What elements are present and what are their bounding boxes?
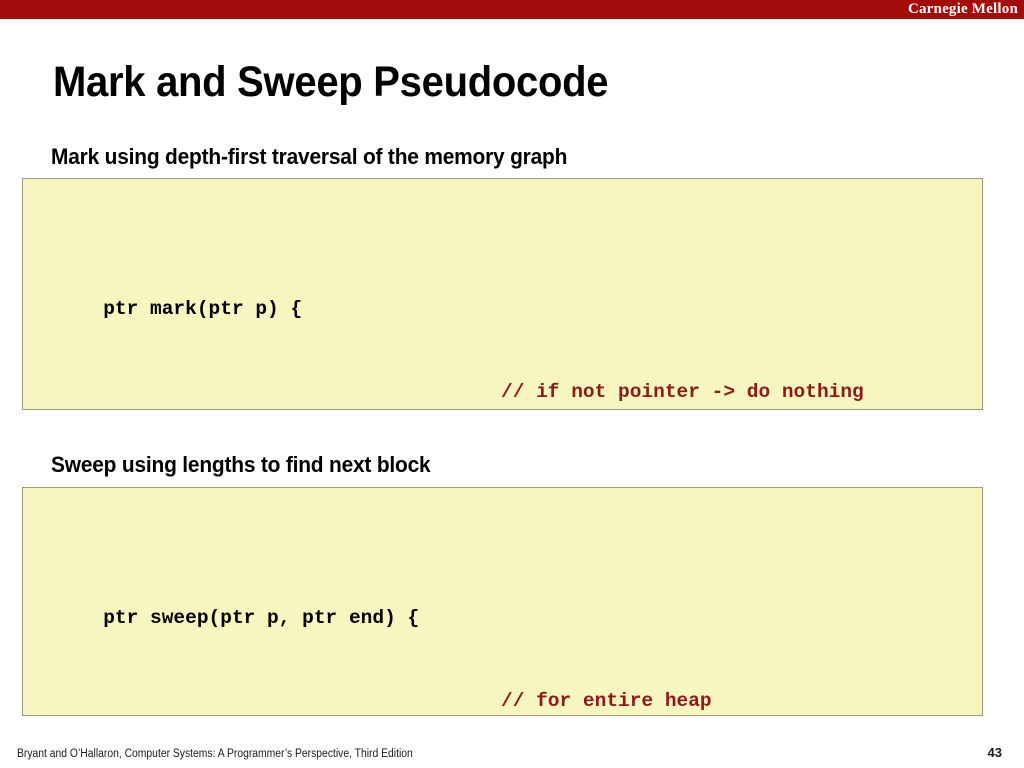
code-lines-sweep: ptr sweep(ptr p, ptr end) { while (p < e…: [33, 495, 712, 715]
code-comment: // for entire heap: [501, 690, 712, 713]
code-line: if (!is_ptr(p)) return; // if not pointe…: [33, 379, 863, 410]
code-text: ptr mark(ptr p) {: [103, 298, 303, 321]
code-text: if (!is_ptr(p)) return;: [103, 409, 407, 410]
page-title: Mark and Sweep Pseudocode: [53, 58, 609, 106]
code-block-sweep: ptr sweep(ptr p, ptr end) { while (p < e…: [22, 487, 983, 716]
code-block-mark: ptr mark(ptr p) { if (!is_ptr(p)) return…: [22, 178, 983, 410]
section-heading-mark: Mark using depth-first traversal of the …: [51, 144, 568, 169]
slide-number: 43: [987, 745, 1002, 760]
institution-label: Carnegie Mellon: [907, 1, 1018, 17]
section-heading-sweep: Sweep using lengths to find next block: [51, 452, 431, 477]
code-line: ptr sweep(ptr p, ptr end) {: [33, 578, 489, 629]
code-comment: // if not pointer -> do nothing: [501, 381, 864, 404]
code-line: ptr mark(ptr p) {: [33, 269, 478, 320]
top-banner: Carnegie Mellon: [0, 0, 1024, 19]
code-text: ptr sweep(ptr p, ptr end) {: [103, 607, 420, 630]
code-line: while (p < end) { // for entire heap: [33, 688, 712, 715]
code-lines-mark: ptr mark(ptr p) { if (!is_ptr(p)) return…: [33, 186, 864, 410]
footer-attribution: Bryant and O’Hallaron, Computer Systems:…: [17, 748, 413, 760]
